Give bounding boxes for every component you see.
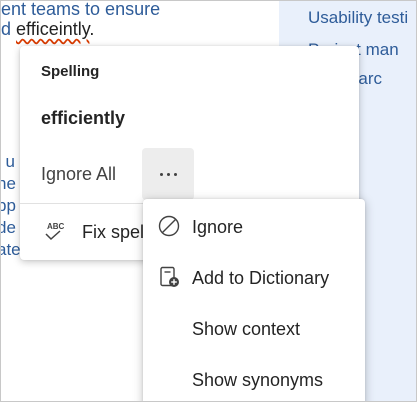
side-pane-line: Usability testi — [308, 8, 409, 27]
menu-item-show-synonyms[interactable]: Show synonyms — [143, 354, 365, 401]
spelling-card-title: Spelling — [41, 63, 100, 80]
more-options-button[interactable] — [142, 148, 194, 200]
prohibited-icon — [158, 215, 180, 237]
document-fragment: pp — [1, 196, 16, 215]
menu-item-show-context[interactable]: Show context — [143, 303, 365, 353]
ignore-all-button[interactable]: Ignore All — [41, 164, 116, 185]
svg-text:ABC: ABC — [47, 222, 65, 231]
menu-item-ignore[interactable]: Ignore — [143, 201, 365, 251]
more-options-menu: Ignore Add to Dictionary Show context Sh… — [143, 199, 365, 401]
abc-check-icon: ABC — [45, 222, 65, 241]
more-icon — [159, 172, 177, 176]
document-line: ent teams to ensure — [1, 0, 161, 19]
menu-item-label: Show context — [192, 319, 301, 339]
spelling-suggestion-button[interactable]: efficiently — [41, 108, 125, 129]
document-text: d — [1, 19, 17, 39]
document-fragment: ate — [1, 240, 21, 259]
add-to-dictionary-icon — [160, 266, 179, 287]
document-line: d efficeintly. — [1, 19, 94, 39]
fix-spelling-label: Fix spel — [82, 222, 145, 242]
menu-item-label: Show synonyms — [192, 370, 324, 390]
document-text: . — [89, 19, 95, 39]
window-frame: Usability testi Project man esearc ent t… — [0, 0, 417, 402]
menu-item-label: Ignore — [192, 217, 244, 237]
misspelled-word[interactable]: efficeintly — [16, 19, 89, 39]
menu-item-add-to-dictionary[interactable]: Add to Dictionary — [143, 252, 365, 302]
document-fragment: l u — [1, 152, 15, 171]
document-fragment: de — [1, 218, 16, 237]
menu-item-label: Add to Dictionary — [192, 268, 330, 288]
document-fragment: ne — [1, 174, 16, 193]
